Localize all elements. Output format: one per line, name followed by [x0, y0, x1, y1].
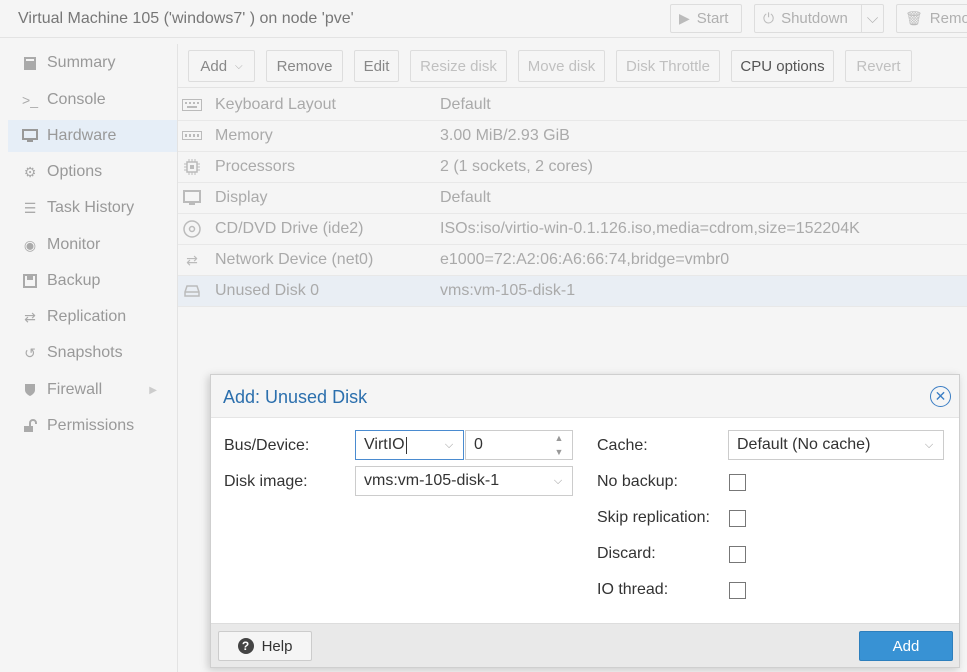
sidebar-item-task-history[interactable]: ☰ Task History	[8, 192, 177, 224]
no-backup-checkbox[interactable]	[729, 474, 746, 491]
cpu-icon	[182, 158, 202, 176]
stepper-arrows-icon[interactable]: ▲ ▼	[552, 433, 566, 457]
io-thread-checkbox[interactable]	[729, 582, 746, 599]
dialog-title: Add: Unused Disk	[223, 387, 368, 407]
disk-throttle-button[interactable]: Disk Throttle	[616, 50, 720, 82]
sidebar-item-console[interactable]: >_ Console	[8, 84, 177, 116]
exchange-icon: ⇄	[186, 251, 198, 268]
sidebar-item-permissions[interactable]: Permissions	[8, 410, 177, 442]
cache-select[interactable]: Default (No cache) ⌵	[728, 430, 944, 460]
chevron-down-icon[interactable]: ⌵	[443, 438, 455, 452]
chevron-down-icon[interactable]: ⌵	[552, 474, 564, 488]
table-row[interactable]: ⇄ Network Device (net0) e1000=72:A2:06:A…	[178, 245, 967, 276]
unlock-icon	[20, 419, 40, 433]
sidebar-item-hardware[interactable]: Hardware	[8, 120, 177, 152]
book-icon	[20, 56, 40, 71]
add-hardware-button[interactable]: Add ⌵	[188, 50, 255, 82]
keyboard-icon	[182, 96, 202, 114]
remove-hardware-button[interactable]: Remove	[266, 50, 343, 82]
cache-label: Cache:	[597, 437, 648, 454]
chevron-down-icon[interactable]: ⌵	[861, 5, 883, 32]
play-icon: ▶	[679, 10, 690, 26]
discard-label: Discard:	[597, 545, 656, 562]
revert-button[interactable]: Revert	[845, 50, 912, 82]
sidebar-item-firewall[interactable]: Firewall ▶	[8, 374, 177, 406]
dialog-header: Add: Unused Disk ✕	[211, 375, 959, 418]
skip-replication-label: Skip replication:	[597, 509, 710, 526]
table-row[interactable]: Memory 3.00 MiB/2.93 GiB	[178, 121, 967, 152]
window-title: Virtual Machine 105 ('windows7' ) on nod…	[18, 10, 354, 27]
edit-hardware-button[interactable]: Edit	[354, 50, 399, 82]
chevron-right-icon[interactable]: ▶	[149, 385, 157, 396]
io-thread-label: IO thread:	[597, 581, 669, 598]
sidebar-item-replication[interactable]: ⇄ Replication	[8, 301, 177, 333]
skip-replication-checkbox[interactable]	[729, 510, 746, 527]
discard-checkbox[interactable]	[729, 546, 746, 563]
remove-vm-button[interactable]: 🗑 Remo	[896, 4, 967, 33]
chevron-down-icon[interactable]: ⌵	[923, 438, 935, 452]
close-icon[interactable]: ✕	[930, 386, 951, 407]
list-icon: ☰	[23, 199, 37, 216]
add-button[interactable]: Add	[859, 631, 953, 661]
sidebar-item-options[interactable]: ⚙ Options	[8, 156, 177, 188]
device-number-stepper[interactable]: 0 ▲ ▼	[465, 430, 573, 460]
disk-image-select[interactable]: vms:vm-105-disk-1 ⌵	[355, 466, 573, 496]
memory-icon	[182, 127, 202, 145]
floppy-icon	[20, 274, 40, 288]
table-row[interactable]: Display Default	[178, 183, 967, 214]
no-backup-label: No backup:	[597, 473, 678, 490]
hdd-icon	[182, 282, 202, 300]
power-icon: ⏻	[763, 10, 775, 26]
chevron-down-icon: ⌵	[235, 60, 243, 72]
cdrom-icon	[182, 220, 202, 238]
bus-select[interactable]: VirtIO ⌵	[355, 430, 464, 460]
gear-icon: ⚙	[23, 163, 37, 180]
sidebar-item-snapshots[interactable]: ↺ Snapshots	[8, 337, 177, 369]
table-row[interactable]: Keyboard Layout Default	[178, 90, 967, 121]
disk-image-label: Disk image:	[224, 473, 308, 490]
table-row[interactable]: Processors 2 (1 sockets, 2 cores)	[178, 152, 967, 183]
sidebar-item-monitor[interactable]: ◉ Monitor	[8, 229, 177, 261]
move-disk-button[interactable]: Move disk	[518, 50, 605, 82]
window-titlebar: Virtual Machine 105 ('windows7' ) on nod…	[0, 0, 967, 38]
terminal-icon: >_	[22, 92, 38, 108]
cpu-options-button[interactable]: CPU options	[731, 50, 834, 82]
monitor-icon	[182, 189, 202, 207]
hardware-toolbar: Add ⌵ Remove Edit Resize disk Move disk …	[178, 44, 967, 88]
sidebar-item-summary[interactable]: Summary	[8, 47, 177, 79]
desktop-icon	[20, 129, 40, 143]
table-row[interactable]: Unused Disk 0 vms:vm-105-disk-1	[178, 276, 967, 307]
shield-icon	[20, 383, 40, 397]
bus-device-label: Bus/Device:	[224, 437, 310, 454]
dialog-footer: ? Help Add	[211, 623, 959, 667]
retweet-icon: ⇄	[24, 308, 36, 325]
sidebar: Summary >_ Console Hardware ⚙ Options ☰ …	[8, 44, 178, 672]
question-circle-icon: ?	[237, 638, 254, 654]
help-button[interactable]: ? Help	[218, 631, 312, 661]
eye-icon: ◉	[23, 236, 37, 253]
sidebar-item-backup[interactable]: Backup	[8, 265, 177, 297]
history-icon: ↺	[24, 344, 36, 361]
table-row[interactable]: CD/DVD Drive (ide2) ISOs:iso/virtio-win-…	[178, 214, 967, 245]
add-unused-disk-dialog: Add: Unused Disk ✕ Bus/Device: VirtIO ⌵ …	[210, 374, 960, 668]
resize-disk-button[interactable]: Resize disk	[410, 50, 507, 82]
start-button[interactable]: ▶ Start	[670, 4, 742, 33]
text-caret	[405, 436, 407, 454]
trash-icon: 🗑	[905, 10, 923, 26]
shutdown-button[interactable]: ⏻ Shutdown ⌵	[754, 4, 884, 33]
